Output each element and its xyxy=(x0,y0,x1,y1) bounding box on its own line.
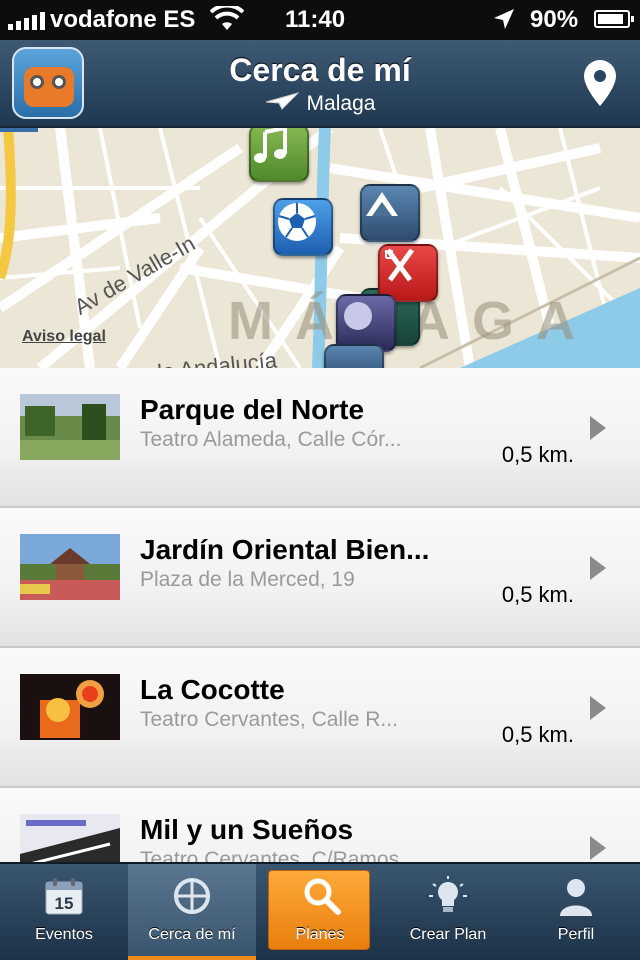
place-address: Teatro Cervantes, C/Ramos... xyxy=(140,848,417,862)
list-item[interactable]: Mil y un Sueños Teatro Cervantes, C/Ramo… xyxy=(0,788,640,862)
app-logo-robot-icon[interactable] xyxy=(12,47,84,119)
culture-icon[interactable] xyxy=(360,184,420,242)
tab-label: Perfil xyxy=(557,926,595,943)
list-item[interactable]: Jardín Oriental Bien... Plaza de la Merc… xyxy=(0,508,640,648)
lightbulb-icon xyxy=(428,876,468,916)
tab-label: Planes xyxy=(295,926,345,943)
search-icon xyxy=(302,876,342,916)
music-icon[interactable] xyxy=(249,128,309,182)
calendar-icon: 15 xyxy=(44,876,84,916)
battery-icon xyxy=(594,10,634,28)
page-title: Cerca de mí xyxy=(229,52,411,88)
list-item[interactable]: La Cocotte Teatro Cervantes, Calle R... … xyxy=(0,648,640,788)
current-location[interactable]: Malaga xyxy=(220,92,420,116)
place-distance: 0,5 km. xyxy=(501,722,574,747)
place-address: Teatro Cervantes, Calle R... xyxy=(140,708,398,731)
location-arrow-icon xyxy=(492,7,516,38)
place-address: Plaza de la Merced, 19 xyxy=(140,568,355,591)
place-title: Mil y un Sueños xyxy=(140,814,354,845)
clock: 11:40 xyxy=(285,6,346,33)
location-arrow-icon xyxy=(265,92,300,116)
tab-perfil[interactable]: Perfil xyxy=(512,864,640,960)
place-title: Parque del Norte xyxy=(140,394,365,425)
status-bar: vodafone ES 11:40 90% xyxy=(0,0,640,40)
tab-label: Cerca de mí xyxy=(148,926,236,943)
place-thumbnail xyxy=(20,534,120,600)
list-item[interactable]: Parque del Norte Teatro Alameda, Calle C… xyxy=(0,368,640,508)
tab-label: Eventos xyxy=(35,926,93,943)
culture-icon[interactable] xyxy=(324,344,384,368)
navigation-bar: Cerca de mí Malaga xyxy=(0,40,640,128)
place-distance: 0,5 km. xyxy=(501,442,574,467)
place-title: La Cocotte xyxy=(140,674,285,705)
place-thumbnail xyxy=(20,814,120,862)
tab-crear-plan[interactable]: Crear Plan xyxy=(384,864,512,960)
places-list: Parque del Norte Teatro Alameda, Calle C… xyxy=(0,368,640,862)
carrier-name: vodafone ES xyxy=(50,6,196,33)
place-distance: 0,5 km. xyxy=(501,582,574,607)
tab-eventos[interactable]: 15 Eventos xyxy=(0,864,128,960)
tab-cerca-de-mi[interactable]: Cerca de mí xyxy=(128,864,256,960)
wifi-icon xyxy=(209,3,245,39)
disclosure-arrow-icon xyxy=(590,836,606,860)
map-pin-button[interactable] xyxy=(580,58,620,110)
tab-label: Crear Plan xyxy=(409,926,487,943)
battery-percent: 90% xyxy=(530,6,579,33)
place-thumbnail xyxy=(20,674,120,740)
signal-strength-icon xyxy=(8,12,45,30)
place-title: Jardín Oriental Bien... xyxy=(140,534,430,565)
place-address: Teatro Alameda, Calle Cór... xyxy=(140,428,402,451)
disclosure-arrow-icon xyxy=(590,696,606,720)
football-icon[interactable] xyxy=(273,198,333,256)
crosshair-icon xyxy=(172,876,212,916)
tab-bar: 15 Eventos Cerca de mí Planes Crear Plan… xyxy=(0,862,640,960)
map-view[interactable]: Av de Valle-In MÁLAGA Aviso legal de And… xyxy=(0,128,640,368)
svg-text:15: 15 xyxy=(55,894,74,913)
disclosure-arrow-icon xyxy=(590,556,606,580)
location-name: Malaga xyxy=(306,92,376,115)
tab-planes[interactable]: Planes xyxy=(260,864,388,960)
map-pin-icon xyxy=(584,60,616,106)
person-icon xyxy=(556,876,596,916)
disclosure-arrow-icon xyxy=(590,416,606,440)
place-thumbnail xyxy=(20,394,120,460)
legal-notice-link[interactable]: Aviso legal xyxy=(22,328,106,346)
